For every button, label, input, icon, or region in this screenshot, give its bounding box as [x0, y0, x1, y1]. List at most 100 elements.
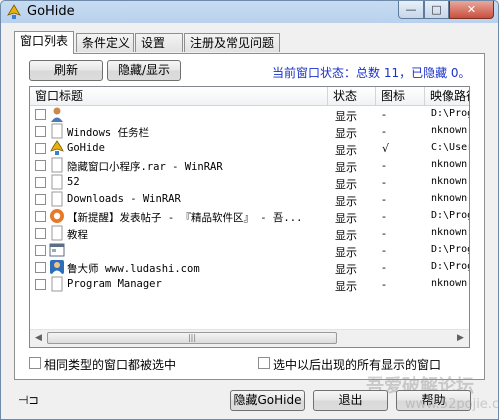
browser-icon — [50, 209, 64, 223]
hide-gohide-button[interactable]: 隐藏GoHide — [230, 390, 305, 411]
exit-button[interactable]: 退出 — [313, 390, 388, 411]
row-path: nknown — [431, 227, 468, 238]
title-bar[interactable]: GoHide — □ ✕ — [1, 1, 498, 23]
table-row[interactable]: 隐藏窗口小程序.rar - WinRAR 显示 - nknown — [30, 157, 469, 174]
list-header: 窗口标题 状态 图标 映像路径 — [30, 87, 469, 106]
row-title: 隐藏窗口小程序.rar - WinRAR — [67, 161, 223, 173]
same-type-label: 相同类型的窗口都被选中 — [44, 358, 177, 372]
column-header-state[interactable]: 状态 — [328, 87, 376, 105]
minimize-button[interactable]: — — [398, 1, 424, 19]
row-title: 鲁大师 www.ludashi.com — [67, 263, 200, 275]
blank-window-icon — [51, 225, 63, 241]
row-checkbox[interactable] — [35, 279, 46, 290]
table-row[interactable]: 显示 - D:\Prog — [30, 106, 469, 123]
tab-window-list[interactable]: 窗口列表 — [14, 31, 74, 54]
row-checkbox[interactable] — [35, 211, 46, 222]
row-title: 52 — [67, 176, 80, 188]
row-path: nknown — [431, 176, 468, 187]
tab-conditions[interactable]: 条件定义 — [76, 33, 134, 52]
blank-window-icon — [51, 276, 63, 292]
refresh-button[interactable]: 刷新 — [29, 60, 103, 81]
row-path: D:\Prog — [431, 108, 470, 119]
row-icon-flag: - — [382, 159, 386, 172]
row-state: 显示 — [335, 263, 357, 276]
row-title: 【新提醒】发表帖子 - 『精品软件区』 - 吾... — [67, 212, 303, 224]
table-row[interactable]: 教程 显示 - nknown — [30, 225, 469, 242]
row-state: 显示 — [335, 110, 357, 123]
blank-window-icon — [51, 157, 63, 173]
row-icon-flag: - — [382, 261, 386, 274]
scroll-right-icon[interactable]: ▶ — [452, 330, 469, 347]
row-state: 显示 — [335, 178, 357, 191]
window-title: GoHide — [27, 4, 75, 19]
row-icon-flag: - — [382, 278, 386, 291]
row-state: 显示 — [335, 144, 357, 157]
row-icon-flag: - — [382, 125, 386, 138]
table-row[interactable]: Windows 任务栏 显示 - nknown — [30, 123, 469, 140]
maximize-button[interactable]: □ — [424, 1, 449, 19]
row-path: nknown — [431, 125, 468, 136]
horizontal-scrollbar[interactable]: ◀ ||| ▶ — [30, 329, 469, 347]
row-title: GoHide — [67, 142, 105, 154]
row-path: C:\User — [431, 142, 470, 153]
table-row[interactable]: Downloads - WinRAR 显示 - nknown — [30, 191, 469, 208]
column-header-path[interactable]: 映像路径 — [425, 87, 469, 105]
row-icon-flag: - — [382, 176, 386, 189]
table-row[interactable]: 显示 - D:\Prog — [30, 242, 469, 259]
row-icon-flag: - — [382, 210, 386, 223]
table-row[interactable]: GoHide 显示 √ C:\User — [30, 140, 469, 157]
row-path: D:\Prog — [431, 261, 470, 272]
scroll-left-icon[interactable]: ◀ — [30, 330, 47, 347]
row-checkbox[interactable] — [35, 126, 46, 137]
row-checkbox[interactable] — [35, 109, 46, 120]
row-checkbox[interactable] — [35, 143, 46, 154]
row-checkbox[interactable] — [35, 160, 46, 171]
row-icon-flag: - — [382, 108, 386, 121]
row-checkbox[interactable] — [35, 245, 46, 256]
tab-settings[interactable]: 设置 — [135, 33, 183, 52]
row-state: 显示 — [335, 246, 357, 259]
toggle-visibility-button[interactable]: 隐藏/显示 — [107, 60, 181, 81]
column-header-icon[interactable]: 图标 — [376, 87, 425, 105]
tab-registration-faq[interactable]: 注册及常见问题 — [184, 33, 280, 52]
pin-icon[interactable]: ⊣⊐ — [18, 393, 39, 407]
app-icon — [7, 4, 21, 19]
close-button[interactable]: ✕ — [449, 1, 494, 19]
row-icon-flag: - — [382, 244, 386, 257]
table-row[interactable]: Program Manager 显示 - nknown — [30, 276, 469, 293]
row-title: 教程 — [67, 229, 88, 241]
window-status-text: 当前窗口状态：总数 11，已隐藏 0。 — [272, 66, 471, 80]
blank-window-icon — [51, 174, 63, 190]
row-icon-flag: - — [382, 227, 386, 240]
table-row[interactable]: 鲁大师 www.ludashi.com 显示 - D:\Prog — [30, 259, 469, 276]
window-icon — [49, 243, 65, 257]
row-state: 显示 — [335, 161, 357, 174]
scrollbar-thumb[interactable]: ||| — [47, 332, 337, 344]
row-checkbox[interactable] — [35, 194, 46, 205]
row-path: D:\Prog — [431, 244, 470, 255]
select-later-checkbox[interactable] — [258, 357, 270, 369]
blank-window-icon — [51, 123, 63, 139]
watermark-url: www.52pojie.cn — [405, 397, 499, 412]
user-icon — [51, 107, 63, 122]
row-checkbox[interactable] — [35, 262, 46, 273]
row-path: nknown — [431, 159, 468, 170]
blank-window-icon — [51, 191, 63, 207]
select-later-label: 选中以后出现的所有显示的窗口 — [273, 358, 442, 372]
window-list[interactable]: 窗口标题 状态 图标 映像路径 显示 - D:\Prog Windows 任务栏… — [29, 86, 470, 348]
column-header-title[interactable]: 窗口标题 — [30, 87, 328, 105]
gohide-icon — [50, 140, 64, 155]
row-checkbox[interactable] — [35, 177, 46, 188]
row-path: nknown — [431, 193, 468, 204]
row-path: nknown — [431, 278, 468, 289]
same-type-checkbox[interactable] — [29, 357, 41, 369]
row-state: 显示 — [335, 212, 357, 225]
row-title: Program Manager — [67, 278, 162, 290]
row-checkbox[interactable] — [35, 228, 46, 239]
row-icon-flag: - — [382, 193, 386, 206]
table-row[interactable]: 【新提醒】发表帖子 - 『精品软件区』 - 吾... 显示 - D:\Prog — [30, 208, 469, 225]
ludashi-icon — [50, 260, 64, 274]
row-state: 显示 — [335, 127, 357, 140]
table-row[interactable]: 52 显示 - nknown — [30, 174, 469, 191]
row-path: D:\Prog — [431, 210, 470, 221]
